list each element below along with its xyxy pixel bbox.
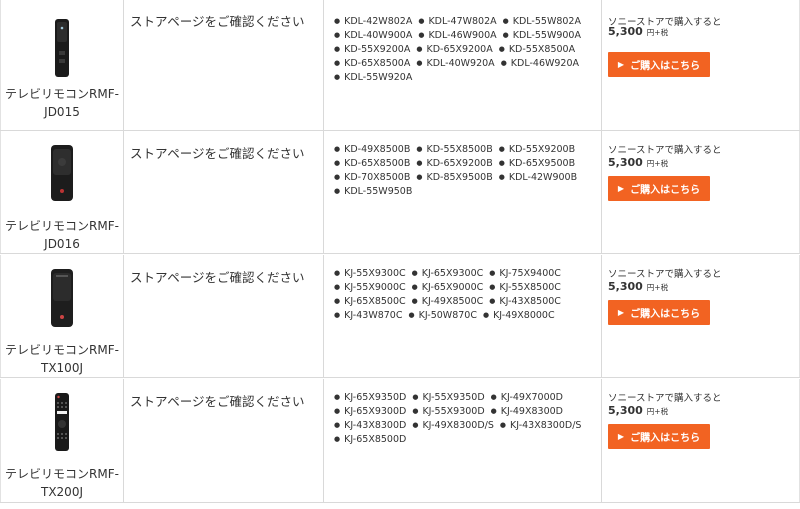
tv-model-item: KD-70X8500B [334, 171, 410, 185]
tv-model-item: KJ-55X8500C [489, 281, 561, 295]
tv-model-item: KD-55X9200B [499, 143, 575, 157]
tv-model-item: KJ-55X9350D [412, 391, 484, 405]
remote-compatibility-table: テレビリモコンRMF- JD015 ストアページをご確認ください KDL-42W… [0, 0, 800, 509]
store-cell: ストアページをご確認ください [124, 379, 324, 502]
tv-model-item: KD-65X8500B [334, 157, 410, 171]
model-list: KDL-42W802A KDL-47W802A KDL-55W802A KDL-40W… [334, 15, 602, 85]
model-list: KD-49X8500B KD-55X8500B KD-55X9200B KD-65X8… [334, 143, 602, 199]
arrow-right-icon: ▶ [617, 184, 625, 193]
tv-model-item: KDL-46W920A [501, 57, 579, 71]
tv-model-item: KJ-65X9300C [412, 267, 484, 281]
remote-model-name: テレビリモコンRMF- JD016 [5, 219, 119, 251]
tv-model-item: KJ-65X8500C [334, 295, 406, 309]
tv-model-item: KJ-49X8300D/S [412, 419, 493, 433]
purchase-cell: ソニーストアで購入すると 5,300 円+税 ▶ ご購入はこちら [602, 255, 800, 377]
purchase-cell: ソニーストアで購入すると 5,300 円+税 ▶ ご購入はこちら [602, 0, 800, 130]
price: 5,300 円+税 [608, 404, 669, 417]
arrow-right-icon: ▶ [617, 308, 625, 317]
price: 5,300 円+税 [608, 25, 669, 38]
tv-model-item: KJ-65X8500D [334, 433, 406, 447]
tv-model-item: KD-85X9500B [416, 171, 492, 185]
tv-model-item: KJ-43X8300D/S [500, 419, 581, 433]
compatible-models-cell: KJ-55X9300C KJ-65X9300C KJ-75X9400C KJ-55X9… [324, 255, 602, 377]
tv-model-item: KJ-50W870C [408, 309, 477, 323]
tv-model-item: KJ-43X8500C [489, 295, 561, 309]
purchase-cell: ソニーストアで購入すると 5,300 円+税 ▶ ご購入はこちら [602, 379, 800, 502]
model-list: KJ-55X9300C KJ-65X9300C KJ-75X9400C KJ-55X9… [334, 267, 602, 323]
tv-model-item: KDL-40W920A [416, 57, 494, 71]
arrow-right-icon: ▶ [617, 432, 625, 441]
table-row: テレビリモコンRMF- TX100J ストアページをご確認ください KJ-55X… [0, 255, 800, 378]
remote-cell: テレビリモコンRMF- TX100J [0, 255, 124, 377]
tv-model-item: KJ-55X9300D [412, 405, 484, 419]
tv-model-item: KJ-49X8500C [412, 295, 484, 309]
remote-jd016-icon [51, 145, 73, 201]
price: 5,300 円+税 [608, 280, 669, 293]
buy-button[interactable]: ▶ ご購入はこちら [608, 176, 710, 201]
tv-model-item: KDL-40W900A [334, 29, 412, 43]
store-note: ストアページをご確認ください [130, 270, 305, 285]
compatible-models-cell: KJ-65X9350D KJ-55X9350D KJ-49X7000D KJ-65X9… [324, 379, 602, 502]
buy-note: ソニーストアで購入すると [608, 393, 722, 404]
tv-model-item: KD-65X9200A [416, 43, 492, 57]
tv-model-item: KJ-65X9350D [334, 391, 406, 405]
tv-model-item: KJ-43X8300D [334, 419, 406, 433]
compatible-models-cell: KDL-42W802A KDL-47W802A KDL-55W802A KDL-40W… [324, 0, 602, 130]
price: 5,300 円+税 [608, 156, 669, 169]
table-row: テレビリモコンRMF- JD016 ストアページをご確認ください KD-49X8… [0, 131, 800, 254]
remote-model-name: テレビリモコンRMF- JD015 [5, 87, 119, 119]
tv-model-item: KJ-49X8000C [483, 309, 555, 323]
remote-model-name: テレビリモコンRMF- TX100J [5, 343, 119, 375]
tv-model-item: KD-65X9500B [499, 157, 575, 171]
buy-button[interactable]: ▶ ご購入はこちら [608, 300, 710, 325]
remote-cell: テレビリモコンRMF- JD016 [0, 131, 124, 253]
tv-model-item: KDL-55W920A [334, 71, 412, 85]
buy-note: ソニーストアで購入すると [608, 145, 722, 156]
tv-model-item: KJ-55X9000C [334, 281, 406, 295]
store-note: ストアページをご確認ください [130, 14, 305, 29]
remote-cell: テレビリモコンRMF- TX200J [0, 379, 124, 502]
tv-model-item: KJ-49X7000D [491, 391, 563, 405]
tv-model-item: KDL-47W802A [418, 15, 496, 29]
tv-model-item: KD-65X8500A [334, 57, 410, 71]
store-cell: ストアページをご確認ください [124, 255, 324, 377]
tv-model-item: KDL-55W802A [503, 15, 581, 29]
buy-note: ソニーストアで購入すると [608, 269, 722, 280]
tv-model-item: KJ-75X9400C [489, 267, 561, 281]
tv-model-item: KDL-46W900A [418, 29, 496, 43]
tv-model-item: KDL-42W802A [334, 15, 412, 29]
table-row: テレビリモコンRMF- JD015 ストアページをご確認ください KDL-42W… [0, 0, 800, 131]
arrow-right-icon: ▶ [617, 60, 625, 69]
tv-model-item: KD-55X9200A [334, 43, 410, 57]
tv-model-item: KD-55X8500B [416, 143, 492, 157]
remote-jd015-icon [55, 19, 69, 77]
tv-model-item: KJ-55X9300C [334, 267, 406, 281]
tv-model-item: KDL-42W900B [499, 171, 577, 185]
remote-tx200j-icon [55, 393, 69, 451]
tv-model-item: KD-55X8500A [499, 43, 575, 57]
tv-model-item: KJ-65X9000C [412, 281, 484, 295]
tv-model-item: KD-49X8500B [334, 143, 410, 157]
model-list: KJ-65X9350D KJ-55X9350D KJ-49X7000D KJ-65X9… [334, 391, 602, 447]
remote-tx100j-icon [51, 269, 73, 327]
buy-button[interactable]: ▶ ご購入はこちら [608, 52, 710, 77]
store-note: ストアページをご確認ください [130, 146, 305, 161]
store-note: ストアページをご確認ください [130, 394, 305, 409]
tv-model-item: KDL-55W900A [503, 29, 581, 43]
compatible-models-cell: KD-49X8500B KD-55X8500B KD-55X9200B KD-65X8… [324, 131, 602, 253]
store-cell: ストアページをご確認ください [124, 0, 324, 130]
remote-model-name: テレビリモコンRMF- TX200J [5, 467, 119, 499]
tv-model-item: KDL-55W950B [334, 185, 412, 199]
store-cell: ストアページをご確認ください [124, 131, 324, 253]
buy-button[interactable]: ▶ ご購入はこちら [608, 424, 710, 449]
table-row: テレビリモコンRMF- TX200J ストアページをご確認ください KJ-65X… [0, 379, 800, 503]
purchase-cell: ソニーストアで購入すると 5,300 円+税 ▶ ご購入はこちら [602, 131, 800, 253]
tv-model-item: KJ-65X9300D [334, 405, 406, 419]
remote-cell: テレビリモコンRMF- JD015 [0, 0, 124, 130]
tv-model-item: KD-65X9200B [416, 157, 492, 171]
tv-model-item: KJ-49X8300D [491, 405, 563, 419]
tv-model-item: KJ-43W870C [334, 309, 402, 323]
